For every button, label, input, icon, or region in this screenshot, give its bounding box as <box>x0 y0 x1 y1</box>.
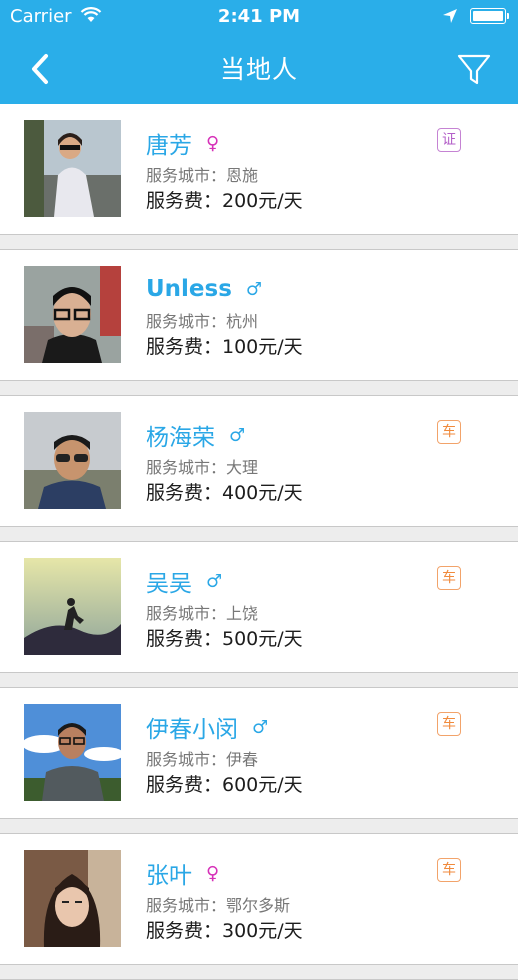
car-badge: 车 <box>437 566 461 590</box>
page-title: 当地人 <box>219 55 298 84</box>
list-item[interactable]: 吴吴 ♂ 服务城市：上饶 服务费：500元/天 车 <box>0 542 518 688</box>
service-fee: 服务费：300元/天 <box>146 920 303 942</box>
avatar[interactable] <box>24 558 121 655</box>
avatar[interactable] <box>24 266 121 363</box>
status-bar: Carrier 2:41 PM <box>0 0 518 34</box>
person-name[interactable]: 唐芳 <box>146 126 192 160</box>
female-icon: ♀ <box>206 862 220 884</box>
list-item[interactable]: 唐芳 ♀ 服务城市：恩施 服务费：200元/天 证 <box>0 104 518 250</box>
service-city: 服务城市：鄂尔多斯 <box>146 896 291 915</box>
local-guide-list: 唐芳 ♀ 服务城市：恩施 服务费：200元/天 证 Unless ♂ 服务城市：… <box>0 104 518 980</box>
male-icon: ♂ <box>206 570 223 592</box>
service-city: 服务城市：上饶 <box>146 604 259 623</box>
car-badge: 车 <box>437 420 461 444</box>
certified-badge: 证 <box>437 128 461 152</box>
list-item[interactable]: 杨海荣 ♂ 服务城市：大理 服务费：400元/天 车 <box>0 396 518 542</box>
male-icon: ♂ <box>245 278 263 300</box>
person-name[interactable]: 张叶 <box>146 856 192 890</box>
service-fee: 服务费：100元/天 <box>146 336 303 358</box>
service-fee: 服务费：600元/天 <box>146 774 303 796</box>
name-row: Unless ♂ <box>146 274 262 304</box>
list-item[interactable]: 伊春小闵 ♂ 服务城市：伊春 服务费：600元/天 车 <box>0 688 518 834</box>
name-row: 张叶 ♀ <box>146 856 220 890</box>
person-name[interactable]: 杨海荣 <box>146 418 215 452</box>
person-name[interactable]: 伊春小闵 <box>146 710 238 744</box>
female-icon: ♀ <box>206 132 220 154</box>
battery-icon <box>470 8 509 24</box>
car-badge: 车 <box>437 858 461 882</box>
app-header: Carrier 2:41 PM 当地人 <box>0 0 518 104</box>
location-arrow-icon <box>442 8 458 28</box>
male-icon: ♂ <box>252 716 269 738</box>
service-city: 服务城市：杭州 <box>146 312 259 331</box>
service-fee: 服务费：500元/天 <box>146 628 303 650</box>
service-fee: 服务费：200元/天 <box>146 190 303 212</box>
person-name[interactable]: 吴吴 <box>146 564 192 598</box>
nav-bar: 当地人 <box>0 34 518 104</box>
status-time: 2:41 PM <box>217 6 301 27</box>
person-name[interactable]: Unless <box>146 276 232 302</box>
service-city: 服务城市：恩施 <box>146 166 259 185</box>
name-row: 伊春小闵 ♂ <box>146 710 269 744</box>
male-icon: ♂ <box>229 424 246 446</box>
car-badge: 车 <box>437 712 461 736</box>
avatar[interactable] <box>24 412 121 509</box>
funnel-icon <box>457 54 491 85</box>
name-row: 吴吴 ♂ <box>146 564 223 598</box>
list-item[interactable]: Unless ♂ 服务城市：杭州 服务费：100元/天 <box>0 250 518 396</box>
name-row: 唐芳 ♀ <box>146 126 220 160</box>
service-city: 服务城市：伊春 <box>146 750 259 769</box>
list-item[interactable]: 张叶 ♀ 服务城市：鄂尔多斯 服务费：300元/天 车 <box>0 834 518 980</box>
service-city: 服务城市：大理 <box>146 458 259 477</box>
name-row: 杨海荣 ♂ <box>146 418 246 452</box>
service-fee: 服务费：400元/天 <box>146 482 303 504</box>
avatar[interactable] <box>24 120 121 217</box>
avatar[interactable] <box>24 704 121 801</box>
avatar[interactable] <box>24 850 121 947</box>
filter-button[interactable] <box>452 48 496 92</box>
